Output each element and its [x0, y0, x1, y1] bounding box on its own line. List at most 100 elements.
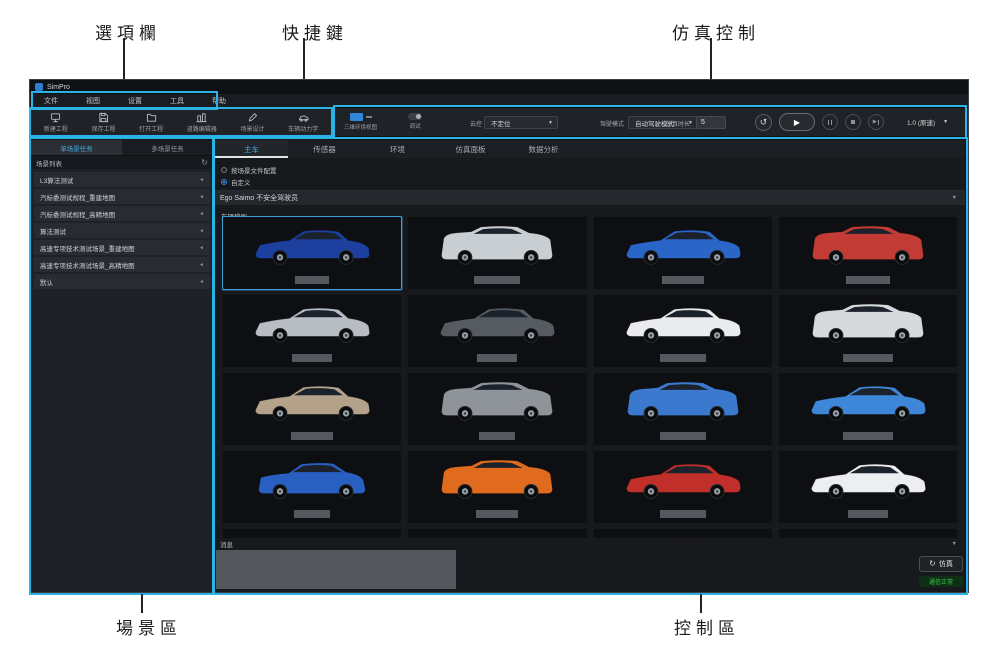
pause-button[interactable] — [822, 114, 838, 130]
step-button[interactable]: ▶ — [868, 114, 884, 130]
scene-list-item[interactable]: 汽标委测试规程_高精地图◄ — [34, 206, 210, 221]
new-project-icon — [50, 112, 61, 123]
menu-item-2[interactable]: 视图 — [86, 96, 100, 106]
main-tab-1[interactable]: 主车 — [215, 140, 288, 158]
main-tab-5[interactable]: 数据分析 — [507, 140, 580, 158]
vehicle-card[interactable] — [407, 450, 587, 524]
radio-by-scene-file[interactable]: 按场景文件配置 — [221, 164, 965, 176]
scene-item-label: 汽标委测试规程_重建地图 — [40, 192, 115, 202]
radio-selected-icon — [221, 179, 227, 185]
chevron-down-icon: ▼ — [952, 541, 957, 547]
vehicle-name-redacted — [292, 354, 332, 362]
vehicle-card[interactable] — [222, 216, 402, 290]
play-button[interactable]: ▶ — [779, 113, 815, 131]
vehicle-card[interactable] — [593, 216, 773, 290]
drive-mode-label: 驾驶模式 — [600, 119, 624, 128]
refresh-icon: ↻ — [929, 560, 936, 568]
toolbar-button-vehicle-dynamics[interactable]: 车辆动力学 — [288, 112, 318, 133]
main-panel: 主车传感器环境仿真面板数据分析 按场景文件配置 自定义 Ego Saimo 不安… — [215, 140, 965, 592]
sim-control-bar: 三维环境视图 调试 云控 不定位 ▼ 驾驶模式 自动驾驶模式 ▼ 仿真时长 — [336, 108, 964, 136]
scene-list-item[interactable]: 默认◄ — [34, 274, 210, 289]
scene-list-item[interactable]: 高速专项技术测试场景_高精地图◄ — [34, 257, 210, 272]
duration-label: 仿真时长 — [666, 119, 690, 128]
menu-item-5[interactable]: 帮助 — [212, 96, 226, 106]
refresh-icon[interactable]: ↻ — [201, 159, 208, 167]
view-toggle-label: 三维环境视图 — [344, 123, 377, 131]
vehicle-card[interactable] — [222, 450, 402, 524]
scene-list-item[interactable]: 算法测试◄ — [34, 223, 210, 238]
toolbar-button-open-project[interactable]: 打开工程 — [139, 112, 163, 133]
simulate-button[interactable]: ↻ 仿真 — [919, 556, 963, 572]
vehicle-card[interactable] — [593, 294, 773, 368]
cloud-dropdown[interactable]: 不定位 ▼ — [484, 116, 558, 129]
radio-custom[interactable]: 自定义 — [221, 176, 965, 188]
scene-item-label: 高速专项技术测试场景_重建地图 — [40, 243, 135, 253]
playback-controls: ↺ ▶ ▶ — [755, 113, 884, 131]
main-tab-4[interactable]: 仿真面板 — [434, 140, 507, 158]
vehicle-card[interactable] — [222, 294, 402, 368]
vehicle-card[interactable] — [593, 528, 773, 538]
reset-button[interactable]: ↺ — [755, 114, 772, 131]
annotation-shortcut-keys: 快捷鍵 — [282, 19, 348, 44]
scene-design-icon — [247, 112, 258, 123]
vehicle-card[interactable] — [407, 294, 587, 368]
vehicle-name-redacted — [474, 276, 520, 284]
vehicle-card[interactable] — [778, 450, 958, 524]
messages-label: 消息 — [220, 539, 233, 549]
scene-list-item[interactable]: L3算法测试◄ — [34, 172, 210, 187]
app-logo-icon — [35, 83, 43, 91]
scene-list: L3算法测试◄汽标委测试规程_重建地图◄汽标委测试规程_高精地图◄算法测试◄高速… — [31, 169, 213, 289]
menu-item-4[interactable]: 工具 — [170, 96, 184, 106]
scene-list-title: 场景列表 — [36, 158, 62, 168]
ego-vehicle-header[interactable]: Ego Saimo 不安全驾驶员 ▼ — [215, 190, 965, 205]
toolbar-button-scene-design[interactable]: 场景设计 — [240, 112, 264, 133]
toolbar-button-label: 车辆动力学 — [288, 124, 318, 133]
scene-tab-2[interactable]: 多场景任务 — [122, 140, 213, 155]
speed-dropdown[interactable]: 1.0 (原速) ▼ — [907, 117, 948, 127]
menubar: 文件 视图 设置 工具 帮助 — [30, 94, 968, 108]
vehicle-card[interactable] — [222, 372, 402, 446]
main-tab-3[interactable]: 环境 — [361, 140, 434, 158]
vehicle-card[interactable] — [778, 372, 958, 446]
scene-item-label: L3算法测试 — [40, 175, 73, 185]
open-project-icon — [146, 112, 157, 123]
stop-button[interactable] — [845, 114, 861, 130]
radio-label: 按场景文件配置 — [231, 165, 277, 175]
chevron-down-icon: ▼ — [952, 195, 957, 201]
annotation-options-bar: 選項欄 — [95, 19, 161, 44]
view-toggle[interactable]: 三维环境视图 — [344, 113, 377, 131]
vehicle-name-redacted — [660, 354, 706, 362]
vehicle-card[interactable] — [778, 216, 958, 290]
main-tab-2[interactable]: 传感器 — [288, 140, 361, 158]
duration-input[interactable]: 5 — [696, 116, 726, 129]
vehicle-card[interactable] — [778, 294, 958, 368]
vehicle-card[interactable] — [593, 372, 773, 446]
scene-list-item[interactable]: 高速专项技术测试场景_重建地图◄ — [34, 240, 210, 255]
vehicle-dynamics-icon — [298, 112, 309, 123]
scene-list-header: 场景列表 ↻ — [31, 156, 213, 169]
vehicle-card[interactable] — [407, 216, 587, 290]
vehicle-card[interactable] — [222, 528, 402, 538]
vehicle-name-redacted — [477, 354, 517, 362]
toolbar-button-road-editor[interactable]: 道路编辑器 — [187, 112, 217, 133]
radio-label: 自定义 — [231, 177, 251, 187]
scene-list-item[interactable]: 汽标委测试规程_重建地图◄ — [34, 189, 210, 204]
road-editor-icon — [196, 112, 207, 123]
vehicle-card-empty — [778, 528, 958, 538]
toolbar-button-new-project[interactable]: 新建工程 — [44, 112, 68, 133]
vehicle-name-redacted — [846, 276, 890, 284]
toolbar-button-save-project[interactable]: 保存工程 — [91, 112, 115, 133]
vehicle-card[interactable] — [407, 528, 587, 538]
menu-item-1[interactable]: 文件 — [44, 96, 58, 106]
vehicle-card[interactable] — [407, 372, 587, 446]
menu-item-3[interactable]: 设置 — [128, 96, 142, 106]
messages-header: 消息 ▼ — [215, 538, 965, 550]
debug-toggle[interactable]: 调试 — [408, 113, 422, 130]
vehicle-name-redacted — [843, 432, 893, 440]
save-project-icon — [98, 112, 109, 123]
vehicle-name-redacted — [662, 276, 704, 284]
scene-tab-1[interactable]: 单场景任务 — [31, 140, 122, 155]
stage: 選項欄 快捷鍵 仿真控制 SimPro 文件视图设置工具帮助 新建工程保存工程打… — [0, 0, 1000, 659]
collapse-arrow-icon: ◄ — [199, 262, 204, 268]
vehicle-card[interactable] — [593, 450, 773, 524]
